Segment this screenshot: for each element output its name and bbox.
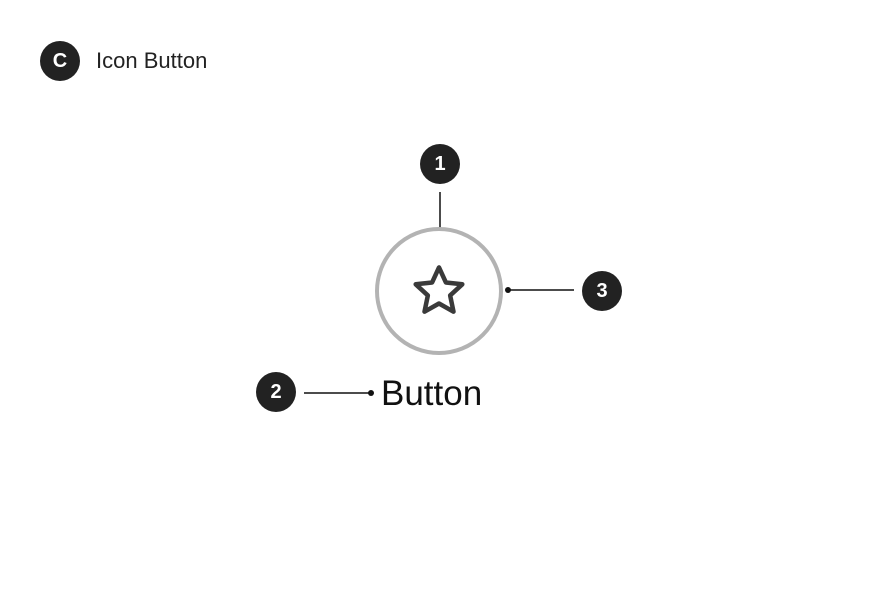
section-header: C Icon Button <box>40 41 207 81</box>
section-badge: C <box>40 41 80 81</box>
connector-2 <box>304 390 374 396</box>
connector-3 <box>505 287 574 293</box>
star-icon <box>413 265 465 314</box>
annotation-marker-3: 3 <box>582 271 622 311</box>
icon-button[interactable] <box>375 227 503 355</box>
annotation-marker-2: 2 <box>256 372 296 412</box>
annotation-marker-1: 1 <box>420 144 460 184</box>
section-title: Icon Button <box>96 48 208 73</box>
icon-button-label: Button <box>381 374 483 413</box>
